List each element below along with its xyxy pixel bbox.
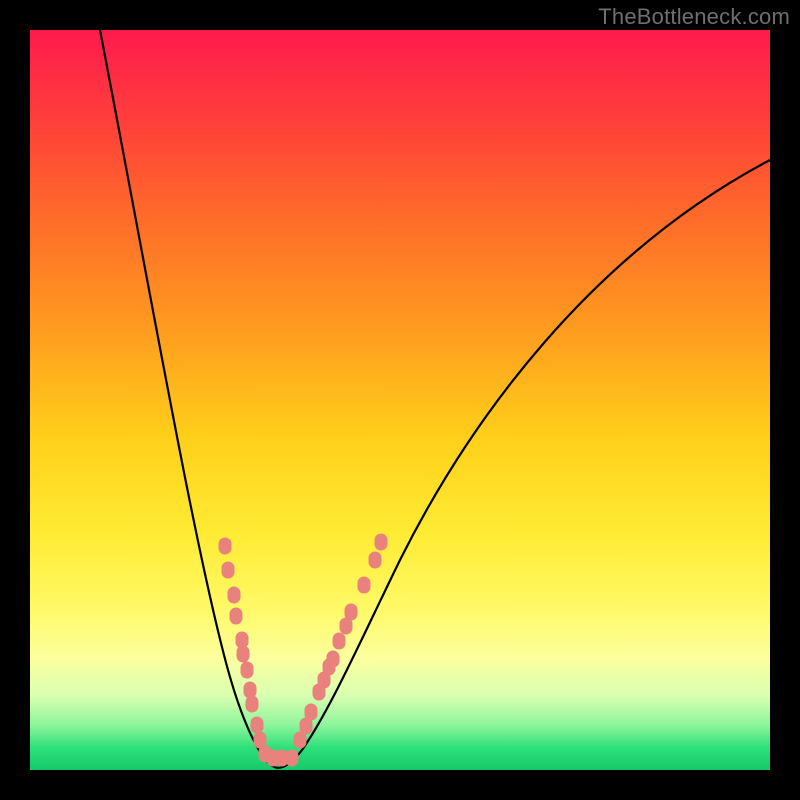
data-point <box>219 538 231 554</box>
data-point <box>286 750 298 766</box>
data-point <box>244 682 256 698</box>
data-point <box>246 696 258 712</box>
watermark-label: TheBottleneck.com <box>598 4 790 30</box>
data-point <box>333 633 345 649</box>
data-point <box>222 562 234 578</box>
scatter-group <box>219 534 387 766</box>
data-point <box>345 604 357 620</box>
chart-frame <box>30 30 770 770</box>
curve-left-branch <box>100 30 277 768</box>
curves-group <box>100 30 770 768</box>
data-point <box>375 534 387 550</box>
data-point <box>230 608 242 624</box>
data-point <box>305 704 317 720</box>
curve-right-branch <box>277 160 770 768</box>
data-point <box>241 662 253 678</box>
bottleneck-chart <box>30 30 770 770</box>
data-point <box>237 646 249 662</box>
data-point <box>228 587 240 603</box>
data-point <box>251 717 263 733</box>
data-point <box>294 732 306 748</box>
data-point <box>369 552 381 568</box>
data-point <box>358 577 370 593</box>
data-point <box>323 659 335 675</box>
